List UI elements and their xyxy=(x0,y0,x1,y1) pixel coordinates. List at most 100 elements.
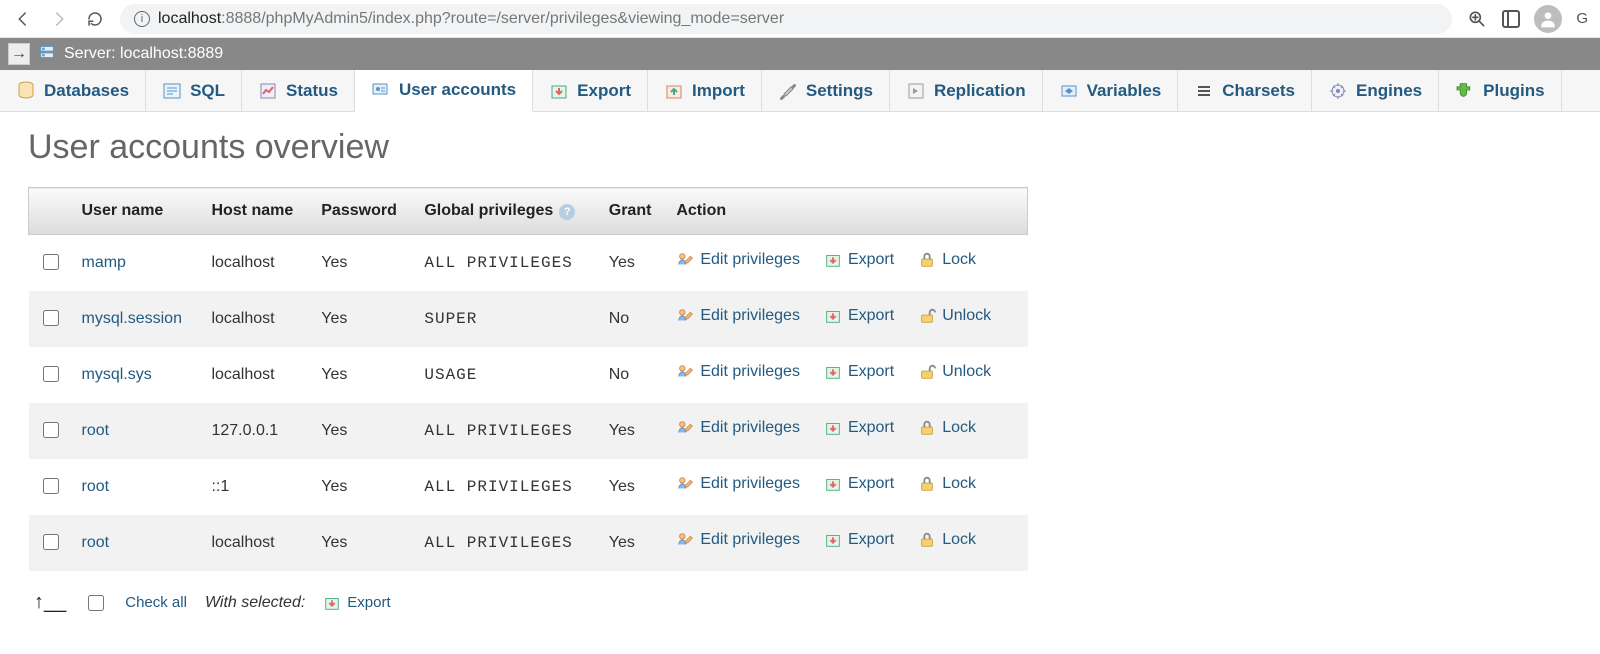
server-breadcrumb-bar: → Server: localhost:8889 xyxy=(0,38,1600,70)
import-icon xyxy=(664,81,684,101)
edit-privileges-icon xyxy=(676,307,694,325)
user-link[interactable]: mysql.session xyxy=(82,310,182,327)
export-icon xyxy=(824,475,842,493)
nav-collapse-button[interactable]: → xyxy=(8,43,30,65)
col-privileges[interactable]: Global privileges? xyxy=(414,188,598,235)
server-label[interactable]: Server: localhost:8889 xyxy=(64,45,223,63)
edit-privileges-icon xyxy=(676,419,694,437)
col-action: Action xyxy=(666,188,1027,235)
export-user-link[interactable]: Export xyxy=(824,251,894,269)
export-user-link[interactable]: Export xyxy=(824,531,894,549)
settings-icon xyxy=(778,81,798,101)
grant-cell: Yes xyxy=(599,235,667,292)
replication-icon xyxy=(906,81,926,101)
row-checkbox[interactable] xyxy=(43,478,59,494)
tab-status[interactable]: Status xyxy=(242,70,355,111)
tab-label: Import xyxy=(692,81,745,101)
user-link[interactable]: root xyxy=(82,478,110,495)
col-grant[interactable]: Grant xyxy=(599,188,667,235)
zoom-icon[interactable] xyxy=(1466,8,1488,30)
row-checkbox[interactable] xyxy=(43,310,59,326)
user-link[interactable]: root xyxy=(82,534,110,551)
url-text: localhost:8888/phpMyAdmin5/index.php?rou… xyxy=(158,10,784,28)
edit-privileges-link[interactable]: Edit privileges xyxy=(676,475,800,493)
bulk-export-link[interactable]: Export xyxy=(323,594,390,612)
edit-privileges-link[interactable]: Edit privileges xyxy=(676,251,800,269)
row-checkbox[interactable] xyxy=(43,254,59,270)
charsets-icon xyxy=(1194,81,1214,101)
row-checkbox[interactable] xyxy=(43,534,59,550)
extensions-icon[interactable] xyxy=(1502,10,1520,28)
tab-charsets[interactable]: Charsets xyxy=(1178,70,1312,111)
table-row: root127.0.0.1YesALL PRIVILEGESYesEdit pr… xyxy=(29,403,1028,459)
bulk-arrow-icon: ↑__ xyxy=(34,591,66,614)
tab-settings[interactable]: Settings xyxy=(762,70,890,111)
password-cell: Yes xyxy=(311,291,414,347)
tab-replication[interactable]: Replication xyxy=(890,70,1043,111)
user-link[interactable]: mysql.sys xyxy=(82,366,152,383)
url-bar[interactable]: i localhost:8888/phpMyAdmin5/index.php?r… xyxy=(120,4,1452,34)
export-user-link[interactable]: Export xyxy=(824,307,894,325)
user-accounts-table: User name Host name Password Global priv… xyxy=(28,187,1028,571)
lock-toggle-link[interactable]: Unlock xyxy=(918,363,991,381)
host-cell: ::1 xyxy=(201,459,311,515)
export-user-link[interactable]: Export xyxy=(824,419,894,437)
tab-label: Settings xyxy=(806,81,873,101)
tab-engines[interactable]: Engines xyxy=(1312,70,1439,111)
tab-variables[interactable]: Variables xyxy=(1043,70,1179,111)
col-host[interactable]: Host name xyxy=(201,188,311,235)
lock-toggle-link[interactable]: Lock xyxy=(918,251,976,269)
profile-label: G xyxy=(1576,10,1588,27)
table-row: mamplocalhostYesALL PRIVILEGESYesEdit pr… xyxy=(29,235,1028,292)
check-all-link[interactable]: Check all xyxy=(125,594,187,611)
lock-toggle-link[interactable]: Lock xyxy=(918,419,976,437)
tab-sql[interactable]: SQL xyxy=(146,70,242,111)
with-selected-label: With selected: xyxy=(205,594,305,612)
row-checkbox[interactable] xyxy=(43,366,59,382)
lock-icon xyxy=(918,475,936,493)
export-user-link[interactable]: Export xyxy=(824,475,894,493)
check-all-checkbox[interactable] xyxy=(88,595,104,611)
table-row: rootlocalhostYesALL PRIVILEGESYesEdit pr… xyxy=(29,515,1028,571)
tab-label: Engines xyxy=(1356,81,1422,101)
edit-privileges-icon xyxy=(676,363,694,381)
lock-toggle-link[interactable]: Unlock xyxy=(918,307,991,325)
export-user-link[interactable]: Export xyxy=(824,363,894,381)
tab-label: SQL xyxy=(190,81,225,101)
edit-privileges-link[interactable]: Edit privileges xyxy=(676,419,800,437)
col-password[interactable]: Password xyxy=(311,188,414,235)
col-user[interactable]: User name xyxy=(72,188,202,235)
edit-privileges-link[interactable]: Edit privileges xyxy=(676,307,800,325)
back-button[interactable] xyxy=(12,8,34,30)
user-link[interactable]: root xyxy=(82,422,110,439)
lock-toggle-link[interactable]: Lock xyxy=(918,475,976,493)
help-icon[interactable]: ? xyxy=(559,204,575,220)
lock-icon xyxy=(918,251,936,269)
col-check xyxy=(29,188,72,235)
lock-icon xyxy=(918,419,936,437)
reload-button[interactable] xyxy=(84,8,106,30)
table-row: root::1YesALL PRIVILEGESYesEdit privileg… xyxy=(29,459,1028,515)
bulk-actions: ↑__ Check all With selected: Export xyxy=(28,591,1572,614)
tab-databases[interactable]: Databases xyxy=(0,70,146,111)
grant-cell: No xyxy=(599,347,667,403)
export-icon xyxy=(824,531,842,549)
row-checkbox[interactable] xyxy=(43,422,59,438)
tab-import[interactable]: Import xyxy=(648,70,762,111)
tab-export[interactable]: Export xyxy=(533,70,648,111)
password-cell: Yes xyxy=(311,235,414,292)
site-info-icon[interactable]: i xyxy=(134,11,150,27)
sql-icon xyxy=(162,81,182,101)
export-icon xyxy=(323,594,341,612)
export-icon xyxy=(824,307,842,325)
tab-plugins[interactable]: Plugins xyxy=(1439,70,1561,111)
browser-toolbar: i localhost:8888/phpMyAdmin5/index.php?r… xyxy=(0,0,1600,38)
user-link[interactable]: mamp xyxy=(82,254,126,271)
edit-privileges-link[interactable]: Edit privileges xyxy=(676,531,800,549)
profile-avatar[interactable] xyxy=(1534,5,1562,33)
edit-privileges-link[interactable]: Edit privileges xyxy=(676,363,800,381)
privileges-cell: SUPER xyxy=(414,291,598,347)
lock-toggle-link[interactable]: Lock xyxy=(918,531,976,549)
tab-user-accounts[interactable]: User accounts xyxy=(355,70,533,112)
forward-button[interactable] xyxy=(48,8,70,30)
